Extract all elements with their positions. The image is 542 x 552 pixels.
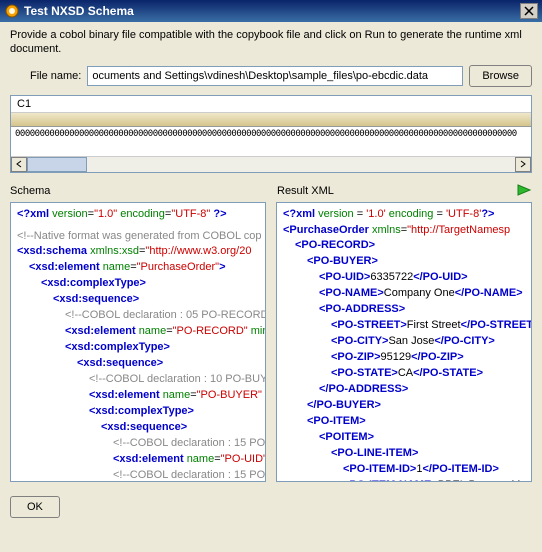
po-buyer: <PO-BUYER> bbox=[307, 255, 378, 267]
xml-comment: <!--COBOL declaration : 15 PO- bbox=[17, 468, 259, 482]
purchase-order: <PurchaseOrder bbox=[283, 224, 369, 236]
po-address: <PO-ADDRESS> bbox=[319, 303, 405, 315]
close-button[interactable] bbox=[520, 3, 538, 19]
scroll-right-icon[interactable] bbox=[515, 157, 531, 172]
po-record: <PO-RECORD> bbox=[295, 239, 375, 251]
app-icon bbox=[4, 3, 20, 19]
hex-scrollbar[interactable] bbox=[11, 156, 531, 172]
scroll-left-icon[interactable] bbox=[11, 157, 27, 172]
xsd-element: <xsd:element bbox=[29, 261, 100, 273]
xsd-sequence: <xsd:sequence> bbox=[53, 293, 139, 305]
file-row: File name: Browse bbox=[10, 65, 532, 87]
xml-comment: <!--Native format was generated from COB… bbox=[17, 229, 259, 245]
scroll-thumb[interactable] bbox=[27, 157, 87, 172]
ok-button[interactable]: OK bbox=[10, 496, 60, 518]
result-label: Result XML bbox=[277, 185, 334, 197]
instruction-text: Provide a cobol binary file compatible w… bbox=[10, 28, 532, 57]
hex-ruler bbox=[11, 113, 531, 127]
result-panel[interactable]: <?xml version = '1.0' encoding = 'UTF-8'… bbox=[276, 202, 532, 482]
xsd-complextype: <xsd:complexType> bbox=[41, 277, 146, 289]
xml-decl: <?xml bbox=[17, 208, 49, 220]
run-button[interactable] bbox=[516, 183, 532, 200]
xml-comment: <!--COBOL declaration : 10 PO-BUYER bbox=[17, 372, 259, 388]
xsd-schema: <xsd:schema bbox=[17, 245, 87, 257]
hex-viewer: C1 0000000000000000000000000000000000000… bbox=[10, 95, 532, 173]
hex-header: C1 bbox=[11, 96, 531, 113]
schema-panel[interactable]: <?xml version="1.0" encoding="UTF-8" ?> … bbox=[10, 202, 266, 482]
browse-button[interactable]: Browse bbox=[469, 65, 532, 87]
window-title: Test NXSD Schema bbox=[24, 4, 520, 18]
hex-data: 0000000000000000000000000000000000000000… bbox=[11, 127, 531, 141]
xml-comment: <!--COBOL declaration : 15 PO- bbox=[17, 436, 259, 452]
file-input[interactable] bbox=[87, 66, 463, 86]
xml-decl: <?xml bbox=[283, 208, 315, 220]
scroll-track[interactable] bbox=[27, 157, 515, 172]
titlebar: Test NXSD Schema bbox=[0, 0, 542, 22]
file-label: File name: bbox=[30, 70, 81, 82]
xml-comment: <!--COBOL declaration : 05 PO-RECORD--> bbox=[17, 308, 259, 324]
po-item: <PO-ITEM> bbox=[307, 415, 366, 427]
schema-label: Schema bbox=[10, 181, 265, 202]
